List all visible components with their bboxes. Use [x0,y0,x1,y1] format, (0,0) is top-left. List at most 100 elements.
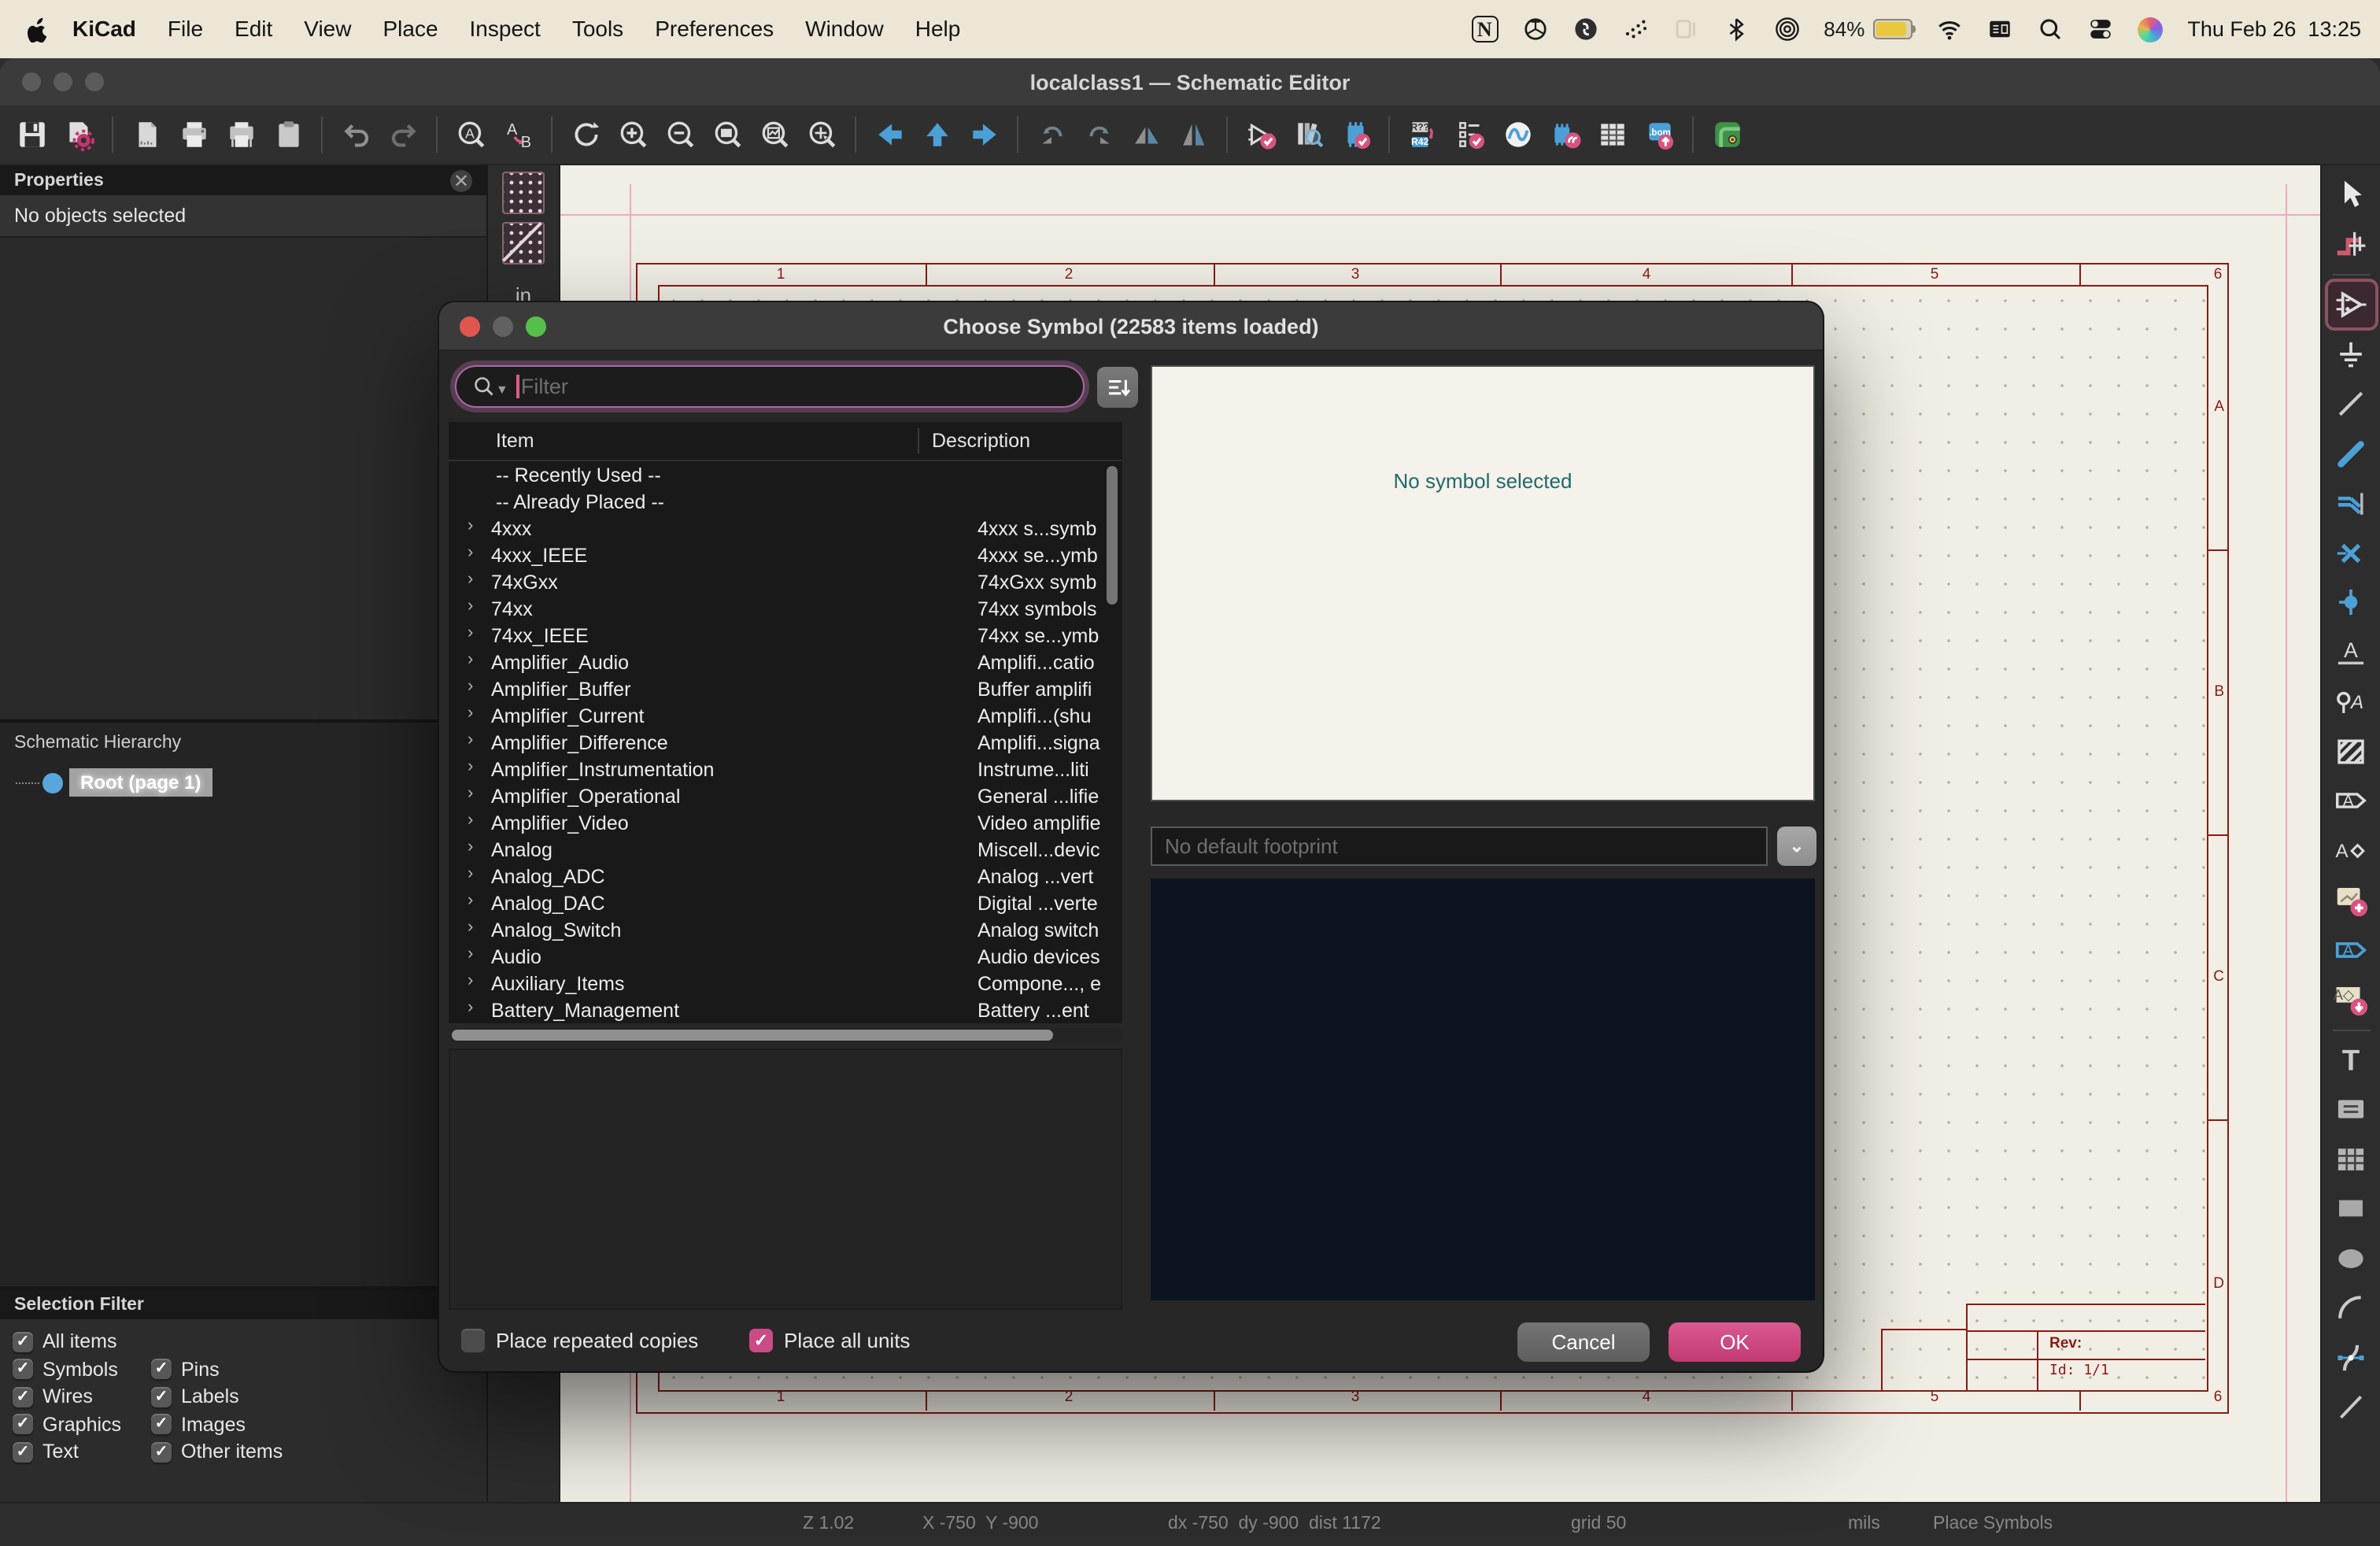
expand-chevron-icon[interactable]: › [468,704,473,723]
symbol-list-row[interactable]: ›Amplifier_InstrumentationInstrume...lit… [449,756,1122,782]
zoom-window-icon[interactable] [85,72,104,91]
tool-text-box-button[interactable] [2327,1086,2374,1132]
expand-chevron-icon[interactable]: › [468,891,473,910]
tool-select-button[interactable] [2327,172,2374,217]
expand-chevron-icon[interactable]: › [468,677,473,696]
footprint-dropdown-button[interactable]: ⌄ [1777,827,1816,866]
print-button[interactable] [172,113,216,157]
schematic-setup-button[interactable] [57,113,101,157]
symbol-list-row[interactable]: ›Amplifier_BufferBuffer amplifi [449,675,1122,702]
search-icon[interactable] [2036,16,2063,43]
checkbox-checked-icon[interactable]: ✓ [151,1359,172,1379]
symbol-list-row[interactable]: ›Amplifier_DifferenceAmplifi...signa [449,729,1122,756]
tool-net-label-button[interactable]: A [2327,629,2374,675]
symbol-list-row[interactable]: ›Amplifier_CurrentAmplifi...(shu [449,702,1122,729]
traffic-lights[interactable] [22,72,104,91]
redo-button[interactable] [381,113,425,157]
siri-icon[interactable] [2137,16,2164,43]
nav-forward-button[interactable] [962,113,1006,157]
tool-hierarchical-label-button[interactable]: A [2327,926,2374,972]
tool-bus-entry-button[interactable] [2327,480,2374,526]
dialog-close-icon[interactable] [460,316,480,336]
symbol-list-row[interactable]: ›Analog_DACDigital ...verte [449,890,1122,916]
dialog-minimize-icon[interactable] [493,316,513,336]
tool-table-button[interactable] [2327,1136,2374,1182]
tool-sheet-pin-button[interactable]: A [2327,827,2374,873]
expand-chevron-icon[interactable]: › [468,838,473,856]
refresh-button[interactable] [564,113,608,157]
nav-back-button[interactable] [867,113,911,157]
mirror-vertical-button[interactable] [1171,113,1215,157]
tool-circle-button[interactable] [2327,1235,2374,1281]
symbol-list-row[interactable]: ›Amplifier_OperationalGeneral ...lifie [449,782,1122,809]
browse-symbols-button[interactable] [1286,113,1330,157]
wifi-icon[interactable] [1935,16,1962,43]
page-settings-button[interactable] [124,113,168,157]
checkbox-checked-icon[interactable]: ✓ [151,1414,172,1434]
expand-chevron-icon[interactable]: › [468,864,473,883]
undo-button[interactable] [334,113,378,157]
checkbox-icon[interactable] [461,1329,485,1352]
menu-view[interactable]: View [288,15,367,40]
shazam-icon[interactable] [1572,16,1598,43]
checkbox-checked-icon[interactable]: ✓ [13,1331,33,1352]
menu-preferences[interactable]: Preferences [639,15,789,40]
horizontal-scrollbar[interactable] [449,1028,1122,1042]
tool-import-sheet-pin-button[interactable]: A◇ [2327,976,2374,1022]
checkbox-checked-icon[interactable]: ✓ [13,1441,33,1462]
ok-button[interactable]: OK [1669,1322,1801,1362]
window-icon[interactable] [1672,16,1699,43]
expand-chevron-icon[interactable]: › [468,811,473,830]
expand-chevron-icon[interactable]: › [468,784,473,803]
menu-window[interactable]: Window [789,15,900,40]
tool-draw-bus-button[interactable] [2327,431,2374,476]
filter-text-checkbox[interactable]: ✓Text [13,1441,151,1463]
expand-chevron-icon[interactable]: › [468,570,473,589]
annotate-button[interactable]: R??R42 [1401,113,1445,157]
edit-footprint-button[interactable] [1333,113,1377,157]
run-erc-button[interactable] [1448,113,1492,157]
checkbox-checked-icon[interactable]: ✓ [151,1386,172,1407]
open-pcb-button[interactable] [1705,113,1749,157]
keyboard-icon[interactable] [1986,16,2012,43]
plot-button[interactable] [219,113,263,157]
symbol-list-row[interactable]: ›Auxiliary_ItemsCompone..., e [449,970,1122,997]
expand-chevron-icon[interactable]: › [468,945,473,963]
filter-labels-checkbox[interactable]: ✓Labels [151,1385,239,1407]
checkbox-checked-icon[interactable]: ✓ [13,1386,33,1407]
minimize-window-icon[interactable] [54,72,72,91]
save-button[interactable] [9,113,54,157]
tool-rectangle-button[interactable] [2327,1185,2374,1231]
grid-visibility-icon[interactable] [502,172,545,214]
menu-clock[interactable]: Thu Feb 26 13:25 [2187,17,2361,41]
close-properties-icon[interactable]: ✕ [450,169,472,191]
tool-place-power-port-button[interactable] [2327,331,2374,377]
checkbox-checked-icon[interactable]: ✓ [151,1441,172,1462]
menu-tools[interactable]: Tools [556,15,639,40]
find-replace-button[interactable]: AB [496,113,540,157]
nav-up-button[interactable] [915,113,959,157]
symbol-list-row[interactable]: ›74xx74xx symbols [449,595,1122,622]
place-all-units-checkbox[interactable]: ✓ Place all units [749,1329,910,1352]
zoom-objects-button[interactable] [752,113,796,157]
column-item[interactable]: Item [449,430,918,452]
filter-pins-checkbox[interactable]: ✓Pins [151,1358,220,1380]
tool-draw-wire-button[interactable] [2327,381,2374,427]
find-button[interactable]: A [449,113,493,157]
filter-graphics-checkbox[interactable]: ✓Graphics [13,1413,151,1435]
menu-help[interactable]: Help [900,15,977,40]
expand-chevron-icon[interactable]: › [468,998,473,1017]
assign-footprints-button[interactable] [1543,113,1587,157]
filter-wires-checkbox[interactable]: ✓Wires [13,1385,151,1407]
tool-global-label-button[interactable]: A [2327,778,2374,823]
tool-arc-button[interactable] [2327,1285,2374,1330]
expand-chevron-icon[interactable]: › [468,757,473,776]
grid-override-icon[interactable] [502,222,545,264]
hierarchy-root-item[interactable]: Root (page 1) [16,768,486,797]
expand-chevron-icon[interactable]: › [468,623,473,642]
menu-place[interactable]: Place [367,15,453,40]
notion-icon[interactable]: N [1471,16,1498,43]
expand-chevron-icon[interactable]: › [468,597,473,616]
symbol-list-row[interactable]: ›Amplifier_VideoVideo amplifie [449,809,1122,836]
cancel-button[interactable]: Cancel [1517,1322,1650,1362]
